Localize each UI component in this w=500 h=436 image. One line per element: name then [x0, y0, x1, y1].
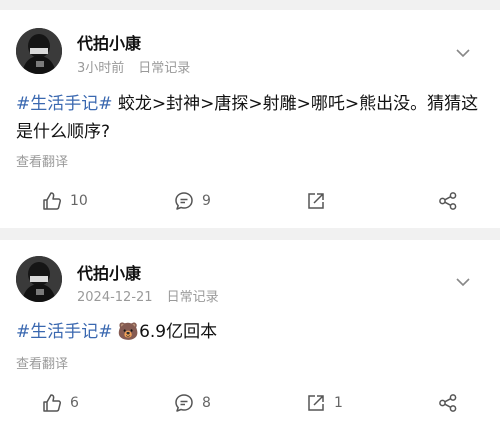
thumbs-up-icon [43, 394, 62, 412]
share-icon [439, 192, 457, 210]
action-bar: 6 8 1 [0, 388, 500, 418]
author-name[interactable]: 代拍小康 [77, 260, 141, 284]
repost-button[interactable]: 1 [306, 388, 343, 418]
comment-count: 9 [202, 193, 211, 209]
translate-link[interactable]: 查看翻译 [16, 353, 68, 372]
comment-button[interactable]: 9 [174, 186, 211, 216]
like-count: 6 [70, 395, 79, 411]
repost-button[interactable] [306, 186, 334, 216]
author-name[interactable]: 代拍小康 [77, 30, 141, 54]
post-time: 2024-12-21 [77, 290, 153, 305]
thumbs-up-icon [43, 192, 62, 210]
like-count: 10 [70, 193, 88, 209]
chevron-down-icon[interactable] [456, 45, 470, 59]
comment-icon [175, 394, 193, 412]
comment-button[interactable]: 8 [174, 388, 211, 418]
chevron-down-icon[interactable] [456, 274, 470, 288]
repost-count: 1 [334, 395, 343, 411]
share-icon [439, 394, 457, 412]
post-card[interactable]: 代拍小康 3小时前 日常记录 #生活手记# 蛟龙>封神>唐探>射雕>哪吒>熊出没。… [0, 10, 500, 228]
like-button[interactable]: 6 [42, 388, 79, 418]
post-content: #生活手记# 🐻6.9亿回本 [16, 318, 486, 346]
feed: 代拍小康 3小时前 日常记录 #生活手记# 蛟龙>封神>唐探>射雕>哪吒>熊出没。… [0, 0, 500, 436]
hashtag-link[interactable]: #生活手记# [16, 94, 113, 114]
post-source: 日常记录 [138, 61, 191, 76]
post-source: 日常记录 [166, 290, 219, 305]
post-card[interactable]: 代拍小康 2024-12-21 日常记录 #生活手记# 🐻6.9亿回本 查看翻译 … [0, 240, 500, 436]
post-time: 3小时前 [77, 61, 125, 76]
repost-icon [308, 395, 324, 411]
post-meta: 3小时前 日常记录 [77, 57, 190, 76]
action-bar: 10 9 [0, 186, 500, 216]
translate-link[interactable]: 查看翻译 [16, 151, 68, 170]
comment-icon [175, 192, 193, 210]
post-text: 🐻6.9亿回本 [112, 322, 218, 342]
like-button[interactable]: 10 [42, 186, 88, 216]
share-button[interactable] [438, 186, 458, 216]
repost-icon [308, 193, 324, 209]
avatar[interactable] [16, 256, 62, 302]
avatar[interactable] [16, 28, 62, 74]
post-meta: 2024-12-21 日常记录 [77, 286, 219, 305]
share-button[interactable] [438, 388, 458, 418]
comment-count: 8 [202, 395, 211, 411]
post-content: #生活手记# 蛟龙>封神>唐探>射雕>哪吒>熊出没。猜猜这是什么顺序? [16, 90, 486, 146]
hashtag-link[interactable]: #生活手记# [16, 322, 113, 342]
